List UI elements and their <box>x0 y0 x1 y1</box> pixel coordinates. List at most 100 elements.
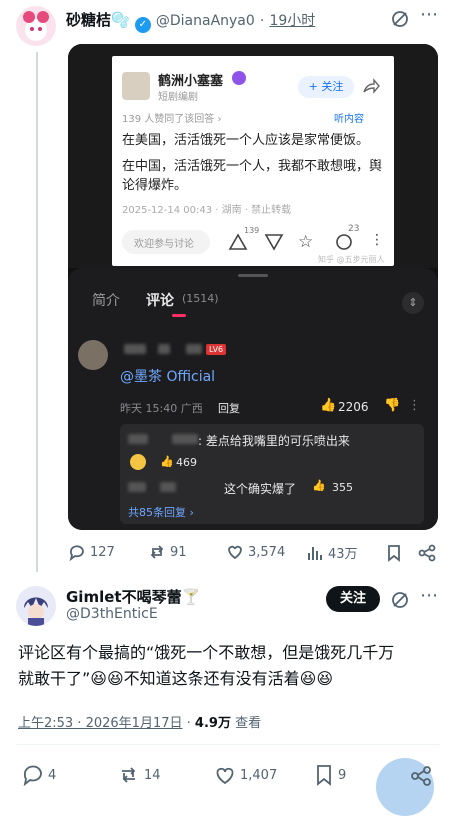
avatar-image <box>16 6 56 46</box>
tab-indicator <box>172 314 186 317</box>
media-top-area: 鹤洲小塞塞 短剧编剧 + 关注 139 人赞同了该回答 › 在美国，活活饿死一个… <box>68 44 438 268</box>
thread-line <box>36 52 38 572</box>
answer-para-2: 在中国，活活饿死一个人，我都不敢想哦，舆论得爆炸。 <box>122 159 383 193</box>
bookmark-icon[interactable] <box>386 544 402 562</box>
separator: · <box>186 716 191 731</box>
tab-comments: 评论 <box>146 293 174 309</box>
reply-box: : 差点给我嘴里的可乐喷出来 👍 469 这个确实爆了 👍 355 共85条回复… <box>120 424 424 524</box>
retweet-count: 91 <box>170 544 187 560</box>
reply-text: : 差点给我嘴里的可乐喷出来 <box>198 434 350 448</box>
card-more-icon: ⋮ <box>370 232 384 248</box>
discuss-placeholder: 欢迎参与讨论 <box>134 239 194 250</box>
tweet-text-line: 就敢干了”😆😆不知道这条还有没有活着😆😆 <box>18 669 334 688</box>
views-count: 43万 <box>328 547 358 562</box>
follow-button[interactable]: 关注 <box>326 586 380 612</box>
redacted-name <box>158 344 170 354</box>
share-arrow-icon <box>363 78 380 94</box>
heart-icon <box>216 767 234 785</box>
reply-thumb-icon: 👍 <box>160 455 174 468</box>
more-options-icon[interactable]: ⋯ <box>420 4 438 25</box>
views-button[interactable]: 43万 <box>306 543 358 562</box>
retweet-button[interactable]: 14 <box>118 764 161 786</box>
redacted-name <box>128 434 148 444</box>
views-label: 查看 <box>235 716 262 731</box>
more-options-icon[interactable]: ⋯ <box>420 585 438 606</box>
bookmark-icon <box>317 765 331 786</box>
tweet-time[interactable]: 19小时 <box>269 13 315 29</box>
like-count: 1,407 <box>240 767 278 783</box>
avatar[interactable] <box>16 6 56 46</box>
handle[interactable]: @DianaAnya0 <box>156 13 255 29</box>
redacted-name <box>186 344 202 354</box>
reply-thumb-icon: 👍 <box>312 479 326 492</box>
redacted-name <box>128 482 146 492</box>
tweet-text: 评论区有个最搞的“饿死一个不敢想，但是饿死几千万 就敢干了”😆😆不知道这条还有没… <box>18 640 394 692</box>
display-name[interactable]: 砂糖桔🫧 <box>66 11 130 29</box>
tweet-media[interactable]: 鹤洲小塞塞 短剧编剧 + 关注 139 人赞同了该回答 › 在美国，活活饿死一个… <box>68 44 438 530</box>
comment-text: @墨茶 Official <box>120 369 216 385</box>
retweet-button[interactable]: 91 <box>148 543 187 561</box>
account-sub: 短剧编剧 <box>158 92 198 103</box>
avatar[interactable] <box>16 586 56 626</box>
reply-icon <box>23 765 42 786</box>
comment-meta: 昨天 15:40 广西 <box>120 402 203 415</box>
share-icon[interactable] <box>418 544 436 562</box>
reply-like-count: 355 <box>332 481 353 494</box>
redacted-name <box>124 344 146 354</box>
comment-like-count: 2206 <box>338 400 369 414</box>
tweet-text-line: 评论区有个最搞的“饿死一个不敢想，但是饿死几千万 <box>18 643 395 662</box>
tweet-meta: 上午2:53 · 2026年1月17日 · 4.9万 查看 <box>18 712 261 731</box>
comment-sheet: 简介 评论 (1514) ⇕ LV6 @墨茶 Official 昨天 15:40… <box>68 268 438 530</box>
redacted-name <box>160 482 176 492</box>
downvote-icon <box>264 234 284 251</box>
redacted-name <box>172 434 198 444</box>
answer-para-1: 在美国，活活饿死一个人应该是家常便饭。 <box>122 133 370 148</box>
thumb-down-icon: 👎 <box>384 398 401 413</box>
account-name: 鹤洲小塞塞 <box>158 74 224 89</box>
expand-icon: ⇕ <box>402 292 424 314</box>
separator: · <box>259 13 265 29</box>
reply-button[interactable]: 127 <box>68 543 115 561</box>
reply-like-count: 469 <box>176 456 197 469</box>
retweet-icon <box>122 767 136 783</box>
divider <box>16 744 440 745</box>
reply-count: 4 <box>48 767 57 783</box>
upvote-count: 139 <box>244 226 260 235</box>
like-button[interactable]: 3,574 <box>226 543 285 561</box>
share-icon[interactable] <box>410 765 432 787</box>
reply-count: 127 <box>90 544 115 560</box>
grok-icon[interactable] <box>390 9 410 29</box>
star-icon: ☆ <box>298 232 314 252</box>
avatar-image <box>16 586 56 626</box>
upvote-icon <box>228 233 248 250</box>
display-name[interactable]: Gimlet不喝琴蕾🍸 <box>66 586 200 607</box>
retweet-icon <box>150 545 164 559</box>
verified-badge-icon: ✓ <box>134 17 151 33</box>
commenter-avatar <box>78 340 108 370</box>
level-badge: LV6 <box>206 344 227 355</box>
account-avatar <box>122 72 150 100</box>
comment-bubble-icon <box>336 234 352 250</box>
comment-more-icon: ⋮ <box>408 398 421 413</box>
comment-count: (1514) <box>182 292 219 305</box>
heart-icon <box>228 545 242 560</box>
like-button[interactable]: 1,407 <box>214 764 277 786</box>
answer-card: 鹤洲小塞塞 短剧编剧 + 关注 139 人赞同了该回答 › 在美国，活活饿死一个… <box>112 56 394 266</box>
bookmark-button[interactable]: 9 <box>314 764 346 786</box>
retweet-count: 14 <box>144 767 161 783</box>
listen-link: 听内容 <box>334 114 364 125</box>
more-replies-link: 共85条回复 › <box>128 506 194 519</box>
comment-reply: 回复 <box>218 402 240 415</box>
likes-note: 139 人赞同了该回答 › <box>122 114 222 125</box>
answer-meta: 2025-12-14 00:43 · 湖南 · 禁止转载 <box>122 205 292 216</box>
reply-button[interactable]: 4 <box>22 764 56 786</box>
drag-handle <box>238 274 268 277</box>
watermark: 知乎 @五步元丽人 <box>318 255 385 264</box>
tweet-header: 砂糖桔🫧 ✓ @DianaAnya0 · 19小时 <box>66 9 315 33</box>
views-count: 4.9万 <box>194 716 231 731</box>
grok-icon[interactable] <box>390 590 410 610</box>
timestamp[interactable]: 上午2:53 · 2026年1月17日 <box>18 716 183 731</box>
views-icon <box>308 546 322 560</box>
bookmark-count: 9 <box>338 767 347 783</box>
handle[interactable]: @D3thEnticE <box>66 606 158 622</box>
